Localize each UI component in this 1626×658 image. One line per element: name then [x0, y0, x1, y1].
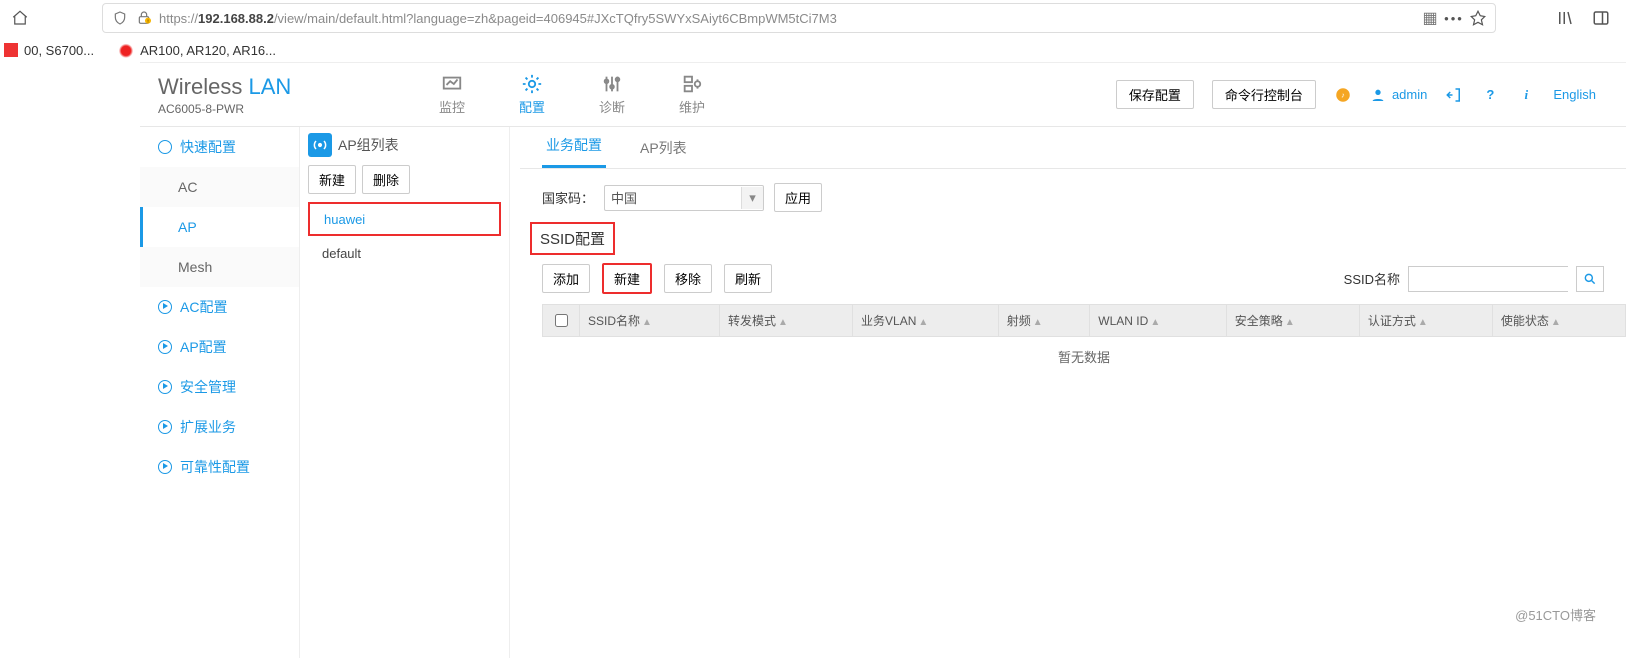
- sidebar-extended[interactable]: 扩展业务: [140, 407, 299, 447]
- sidebar-ac-config[interactable]: AC配置: [140, 287, 299, 327]
- group-item-huawei[interactable]: huawei: [308, 202, 501, 236]
- library-icon[interactable]: [1556, 9, 1574, 27]
- bookmark-item-switches[interactable]: 00, S6700...: [0, 41, 98, 60]
- home-icon[interactable]: [6, 4, 34, 32]
- alert-icon[interactable]: ♪: [1334, 86, 1352, 104]
- logout-icon[interactable]: [1445, 86, 1463, 104]
- sidebar-security[interactable]: 安全管理: [140, 367, 299, 407]
- col-enable: 使能状态▲: [1492, 305, 1625, 337]
- search-button[interactable]: [1576, 266, 1604, 292]
- nav-maint[interactable]: 维护: [652, 69, 732, 120]
- device-model: AC6005-8-PWR: [158, 102, 412, 116]
- col-ssid: SSID名称▲: [580, 305, 720, 337]
- cli-button[interactable]: 命令行控制台: [1212, 80, 1316, 109]
- sidebar-quick-config[interactable]: 快速配置: [140, 127, 299, 167]
- svg-text:!: !: [147, 19, 148, 24]
- more-icon[interactable]: •••: [1445, 9, 1463, 27]
- svg-text:♪: ♪: [1341, 90, 1345, 99]
- play-icon: [158, 460, 172, 474]
- save-config-button[interactable]: 保存配置: [1116, 80, 1194, 109]
- ap-group-heading: AP组列表: [308, 133, 501, 157]
- ssid-add-button[interactable]: 添加: [542, 264, 590, 293]
- ssid-refresh-button[interactable]: 刷新: [724, 264, 772, 293]
- help-icon[interactable]: ?: [1481, 86, 1499, 104]
- tab-service-config[interactable]: 业务配置: [542, 135, 606, 168]
- col-auth: 认证方式▲: [1359, 305, 1492, 337]
- ssid-remove-button[interactable]: 移除: [664, 264, 712, 293]
- sidebar-icon[interactable]: [1592, 9, 1610, 27]
- col-wlanid: WLAN ID▲: [1090, 305, 1227, 337]
- play-icon: [158, 420, 172, 434]
- ssid-config-heading: SSID配置: [530, 222, 615, 255]
- apply-button[interactable]: 应用: [774, 183, 822, 212]
- ssid-search-input[interactable]: [1408, 266, 1568, 292]
- ssid-table: SSID名称▲ 转发模式▲ 业务VLAN▲ 射频▲ WLAN ID▲ 安全策略▲…: [542, 304, 1626, 376]
- lang-switch[interactable]: English: [1553, 87, 1596, 102]
- watermark: @51CTO博客: [1515, 605, 1596, 624]
- group-delete-button[interactable]: 删除: [362, 165, 410, 194]
- group-item-default[interactable]: default: [308, 236, 501, 270]
- user-menu[interactable]: admin: [1370, 87, 1427, 103]
- url-bar[interactable]: ! https://192.168.88.2/view/main/default…: [102, 3, 1496, 33]
- sidebar-ap-config[interactable]: AP配置: [140, 327, 299, 367]
- search-label: SSID名称: [1344, 269, 1400, 288]
- info-icon[interactable]: i: [1517, 86, 1535, 104]
- nav-diag[interactable]: 诊断: [572, 69, 652, 120]
- sidebar-item-ac[interactable]: AC: [140, 167, 299, 207]
- lock-warning-icon: !: [135, 9, 153, 27]
- antenna-icon: [308, 133, 332, 157]
- col-radio: 射频▲: [998, 305, 1090, 337]
- star-icon[interactable]: [1469, 9, 1487, 27]
- chevron-down-icon: ▾: [741, 187, 763, 209]
- url-text: https://192.168.88.2/view/main/default.h…: [159, 11, 1415, 26]
- play-icon: [158, 340, 172, 354]
- country-code-select[interactable]: 中国 ▾: [604, 185, 764, 211]
- bookmark-item-routers[interactable]: AR100, AR120, AR16...: [114, 40, 280, 60]
- col-vlan: 业务VLAN▲: [853, 305, 999, 337]
- play-icon: [158, 380, 172, 394]
- huawei-logo-icon: [118, 42, 134, 58]
- nav-config[interactable]: 配置: [492, 69, 572, 120]
- col-forward: 转发模式▲: [719, 305, 852, 337]
- table-empty: 暂无数据: [543, 337, 1626, 377]
- sidebar-item-mesh[interactable]: Mesh: [140, 247, 299, 287]
- sidebar-reliability[interactable]: 可靠性配置: [140, 447, 299, 487]
- play-icon: [158, 300, 172, 314]
- country-code-label: 国家码：: [542, 188, 594, 207]
- shield-icon: [111, 9, 129, 27]
- select-all-checkbox[interactable]: [555, 314, 568, 327]
- qr-icon[interactable]: ▦: [1421, 9, 1439, 27]
- app-title: Wireless LAN: [158, 74, 412, 100]
- circle-back-icon: [158, 140, 172, 154]
- group-new-button[interactable]: 新建: [308, 165, 356, 194]
- tab-ap-list[interactable]: AP列表: [636, 138, 691, 168]
- sidebar-item-ap[interactable]: AP: [140, 207, 299, 247]
- nav-monitor[interactable]: 监控: [412, 69, 492, 120]
- ssid-new-button[interactable]: 新建: [602, 263, 652, 294]
- col-sec: 安全策略▲: [1226, 305, 1359, 337]
